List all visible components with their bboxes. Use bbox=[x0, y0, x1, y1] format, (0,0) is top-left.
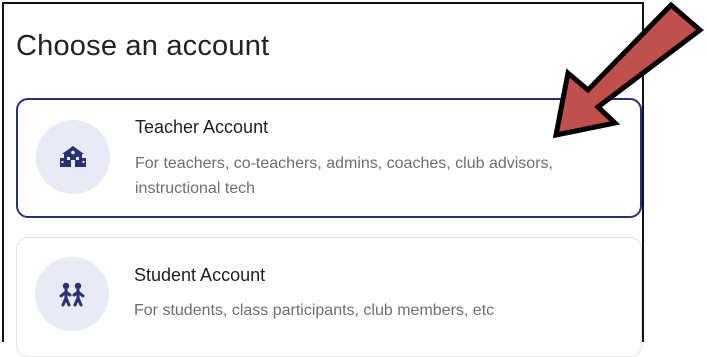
account-chooser-panel: Choose an account Teacher Account For te bbox=[2, 2, 644, 357]
page-title: Choose an account bbox=[16, 30, 270, 62]
school-icon bbox=[60, 146, 86, 167]
students-icon bbox=[59, 282, 85, 307]
screenshot-frame: Choose an account Teacher Account For te bbox=[0, 0, 707, 357]
student-account-title: Student Account bbox=[134, 265, 266, 285]
student-account-description: For students, class participants, club m… bbox=[134, 302, 495, 319]
teacher-account-option[interactable]: Teacher Account For teachers, co-teacher… bbox=[16, 98, 642, 218]
teacher-avatar bbox=[36, 120, 110, 194]
student-account-option[interactable]: Student Account For students, class part… bbox=[16, 237, 642, 357]
teacher-account-title: Teacher Account bbox=[135, 117, 269, 137]
teacher-account-description: For teachers, co-teachers, admins, coach… bbox=[135, 155, 553, 197]
student-avatar bbox=[35, 257, 109, 331]
